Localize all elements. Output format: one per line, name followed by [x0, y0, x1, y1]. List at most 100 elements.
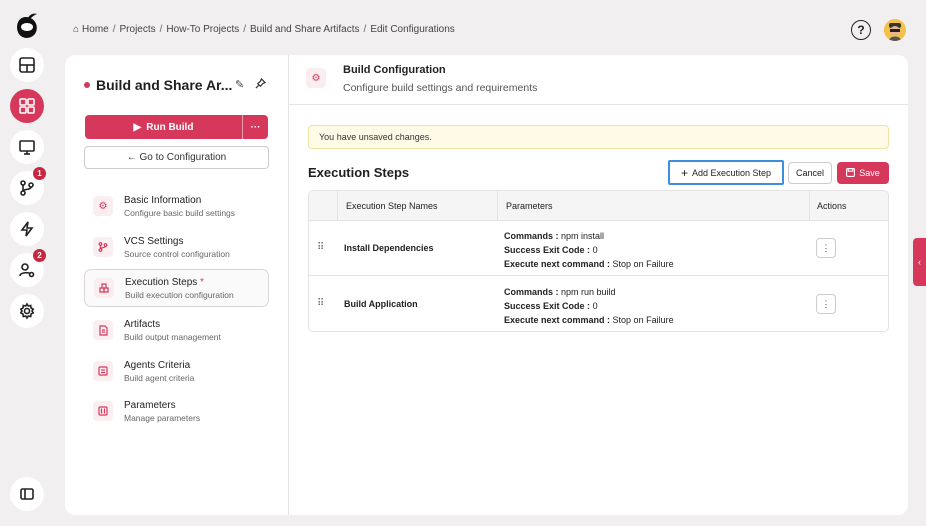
nav-item-execution-steps[interactable]: Execution Steps * Build execution config…: [84, 269, 269, 307]
play-icon: ▶: [133, 121, 142, 133]
rail-monitor-icon[interactable]: [10, 130, 44, 164]
breadcrumb-separator: /: [363, 24, 367, 35]
table-row: ⠿ Install Dependencies Commands : npm in…: [309, 221, 888, 276]
nav-item-parameters[interactable]: Parameters Manage parameters: [84, 392, 269, 430]
rail-settings-gear-icon[interactable]: [10, 294, 44, 328]
nav-item-agents-criteria[interactable]: Agents Criteria Build agent criteria: [84, 352, 269, 390]
nav-item-artifacts[interactable]: Artifacts Build output management: [84, 311, 269, 349]
branch-icon: [93, 237, 113, 257]
rail-layout-icon[interactable]: [10, 48, 44, 82]
nav-item-title: Basic Information: [124, 194, 202, 206]
side-drawer-toggle-icon[interactable]: ‹: [913, 238, 926, 286]
run-build-more-button[interactable]: ···: [243, 122, 268, 133]
file-icon: [93, 320, 113, 340]
breadcrumb-separator: /: [112, 24, 116, 35]
project-status-dot: [84, 82, 90, 88]
param-value: npm run build: [561, 287, 616, 297]
param-label: Execute next command :: [504, 315, 611, 325]
agent-icon: [93, 361, 113, 381]
nav-item-subtitle: Manage parameters: [124, 412, 201, 423]
column-divider: [809, 191, 810, 221]
rail-collapse-panel-icon[interactable]: [10, 477, 44, 511]
gear-icon: ⚙: [306, 68, 326, 88]
nav-item-subtitle: Build output management: [124, 331, 221, 342]
step-parameters: Commands : npm run build Success Exit Co…: [504, 285, 674, 327]
save-label: Save: [859, 168, 880, 178]
breadcrumb-current: Edit Configurations: [370, 24, 455, 35]
column-header-actions: Actions: [817, 201, 847, 211]
nav-item-title: VCS Settings: [124, 235, 184, 247]
drag-handle-icon[interactable]: ⠿: [317, 298, 324, 309]
execution-steps-table: Execution Step Names Parameters Actions …: [308, 190, 889, 332]
table-header: Execution Step Names Parameters Actions: [309, 191, 888, 221]
param-label: Success Exit Code :: [504, 301, 591, 311]
step-parameters: Commands : npm install Success Exit Code…: [504, 229, 674, 271]
nav-item-title: Execution Steps *: [125, 277, 234, 288]
breadcrumb-project[interactable]: Build and Share Artifacts: [250, 24, 360, 35]
column-header-step-names: Execution Step Names: [346, 201, 438, 211]
section-header: ⚙ Build Configuration Configure build se…: [289, 55, 908, 105]
plus-icon: +: [680, 165, 688, 180]
nav-item-title: Parameters: [124, 399, 176, 411]
nav-item-subtitle: Build execution configuration: [125, 289, 234, 300]
param-value: npm install: [561, 231, 605, 241]
steps-icon: [94, 278, 114, 298]
unsaved-star: *: [200, 276, 204, 288]
param-value: 0: [592, 301, 598, 311]
run-build-button[interactable]: ▶ Run Build ···: [85, 115, 268, 139]
breadcrumb-separator: /: [243, 24, 247, 35]
rail-lightning-icon[interactable]: [10, 212, 44, 246]
breadcrumb-home[interactable]: Home: [82, 24, 109, 35]
home-icon[interactable]: ⌂: [73, 24, 79, 35]
breadcrumb: ⌂ Home / Projects / How-To Projects / Bu…: [73, 24, 455, 35]
save-disk-icon: [846, 167, 856, 179]
nav-item-basic-information[interactable]: ⚙ Basic Information Configure basic buil…: [84, 187, 269, 225]
row-actions-kebab-icon[interactable]: ⋮: [816, 294, 836, 314]
section-title: Build Configuration: [343, 64, 446, 76]
pin-icon[interactable]: [255, 77, 267, 92]
step-name: Install Dependencies: [344, 243, 434, 253]
breadcrumb-projects[interactable]: Projects: [120, 24, 156, 35]
users-badge: 2: [33, 249, 46, 262]
drag-handle-icon[interactable]: ⠿: [317, 242, 324, 253]
param-label: Commands :: [504, 287, 559, 297]
nav-item-title: Artifacts: [124, 318, 161, 330]
param-label: Commands :: [504, 231, 559, 241]
step-name: Build Application: [344, 299, 418, 309]
cancel-button[interactable]: Cancel: [788, 162, 832, 184]
nav-item-subtitle: Configure basic build settings: [124, 207, 236, 218]
go-to-configuration-button[interactable]: ← Go to Configuration: [84, 146, 269, 169]
column-divider: [497, 191, 498, 221]
app-logo-icon[interactable]: [13, 12, 39, 40]
save-button[interactable]: Save: [837, 162, 889, 184]
row-actions-kebab-icon[interactable]: ⋮: [816, 238, 836, 258]
avatar[interactable]: [884, 19, 906, 41]
nav-item-vcs-settings[interactable]: VCS Settings Source control configuratio…: [84, 228, 269, 266]
gear-icon: ⚙: [93, 196, 113, 216]
nav-item-subtitle: Build agent criteria: [124, 372, 195, 383]
column-divider: [337, 191, 338, 221]
breadcrumb-howto-projects[interactable]: How-To Projects: [166, 24, 239, 35]
run-build-label: Run Build: [146, 121, 194, 133]
rail-vcs-branch-icon[interactable]: 1: [10, 167, 46, 205]
run-build-main[interactable]: ▶ Run Build: [85, 115, 243, 139]
param-label: Success Exit Code :: [504, 245, 591, 255]
main-card: Build and Share Ar... ✎ ▶ Run Build ··· …: [65, 55, 908, 515]
project-title: Build and Share Ar...: [96, 77, 233, 93]
vcs-badge: 1: [33, 167, 46, 180]
table-row: ⠿ Build Application Commands : npm run b…: [309, 277, 888, 331]
param-label: Execute next command :: [504, 259, 611, 269]
section-subtitle: Configure build settings and requirement…: [343, 82, 538, 94]
nav-item-title-text: Execution Steps: [125, 276, 198, 288]
add-execution-step-button[interactable]: + Add Execution Step: [668, 160, 784, 185]
column-header-parameters: Parameters: [506, 201, 553, 211]
nav-item-title: Agents Criteria: [124, 359, 191, 371]
param-value: 0: [592, 245, 598, 255]
help-icon[interactable]: ?: [851, 20, 871, 40]
add-execution-step-label: Add Execution Step: [691, 167, 772, 178]
edit-pencil-icon[interactable]: ✎: [235, 78, 244, 91]
unsaved-changes-alert: You have unsaved changes.: [308, 125, 889, 149]
nav-item-subtitle: Source control configuration: [124, 248, 230, 259]
rail-user-settings-icon[interactable]: 2: [10, 249, 46, 287]
rail-dashboard-grid-icon[interactable]: [10, 89, 44, 123]
